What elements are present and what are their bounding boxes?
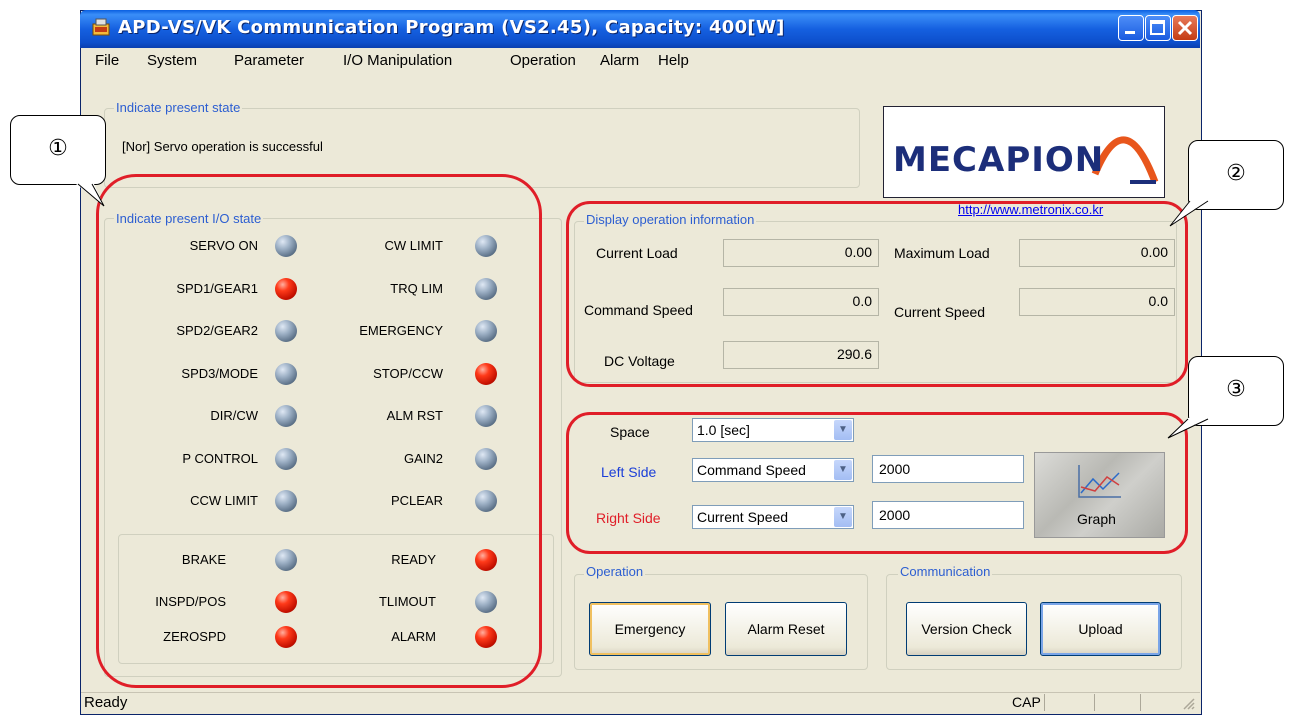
callout-1: ① xyxy=(10,115,106,185)
operation-info-highlight-box xyxy=(566,201,1188,387)
callout-2-pointer xyxy=(1169,200,1209,227)
menu-operation[interactable]: Operation xyxy=(510,52,576,69)
present-state-label: Indicate present state xyxy=(114,100,243,115)
close-button[interactable] xyxy=(1172,15,1198,41)
operation-group-label: Operation xyxy=(584,564,646,579)
maximize-button[interactable] xyxy=(1145,15,1171,41)
close-icon xyxy=(1177,20,1193,36)
status-divider xyxy=(1140,694,1141,711)
present-state-message: [Nor] Servo operation is successful xyxy=(122,139,323,154)
menu-io-manipulation[interactable]: I/O Manipulation xyxy=(343,52,452,69)
status-divider xyxy=(1044,694,1045,711)
logo-text: MECAPION xyxy=(893,140,1105,180)
menu-system[interactable]: System xyxy=(147,52,197,69)
status-divider xyxy=(1094,694,1095,711)
callout-3-pointer xyxy=(1167,418,1209,439)
emergency-button[interactable]: Emergency xyxy=(589,602,711,656)
callout-2-number: ② xyxy=(1226,161,1246,186)
callout-3: ③ xyxy=(1188,356,1284,426)
alarm-reset-button[interactable]: Alarm Reset xyxy=(725,602,847,656)
minimize-button[interactable] xyxy=(1118,15,1144,41)
menu-help[interactable]: Help xyxy=(658,52,689,69)
menu-parameter[interactable]: Parameter xyxy=(234,52,304,69)
maximize-icon xyxy=(1150,20,1165,35)
callout-1-pointer xyxy=(76,183,105,207)
communication-group-label: Communication xyxy=(898,564,993,579)
io-highlight-box xyxy=(96,174,542,688)
upload-button[interactable]: Upload xyxy=(1040,602,1161,656)
app-icon xyxy=(92,18,110,36)
version-check-button[interactable]: Version Check xyxy=(906,602,1027,656)
window-title: APD-VS/VK Communication Program (VS2.45)… xyxy=(118,17,785,38)
graph-settings-highlight-box xyxy=(566,412,1188,554)
resize-grip-icon[interactable] xyxy=(1182,697,1196,711)
callout-1-number: ① xyxy=(48,136,68,161)
menu-alarm[interactable]: Alarm xyxy=(600,52,639,69)
status-text: Ready xyxy=(84,694,128,711)
caps-lock-indicator: CAP xyxy=(1012,694,1041,710)
callout-3-number: ③ xyxy=(1226,377,1246,402)
menu-file[interactable]: File xyxy=(95,52,119,69)
minimize-icon xyxy=(1125,31,1135,34)
